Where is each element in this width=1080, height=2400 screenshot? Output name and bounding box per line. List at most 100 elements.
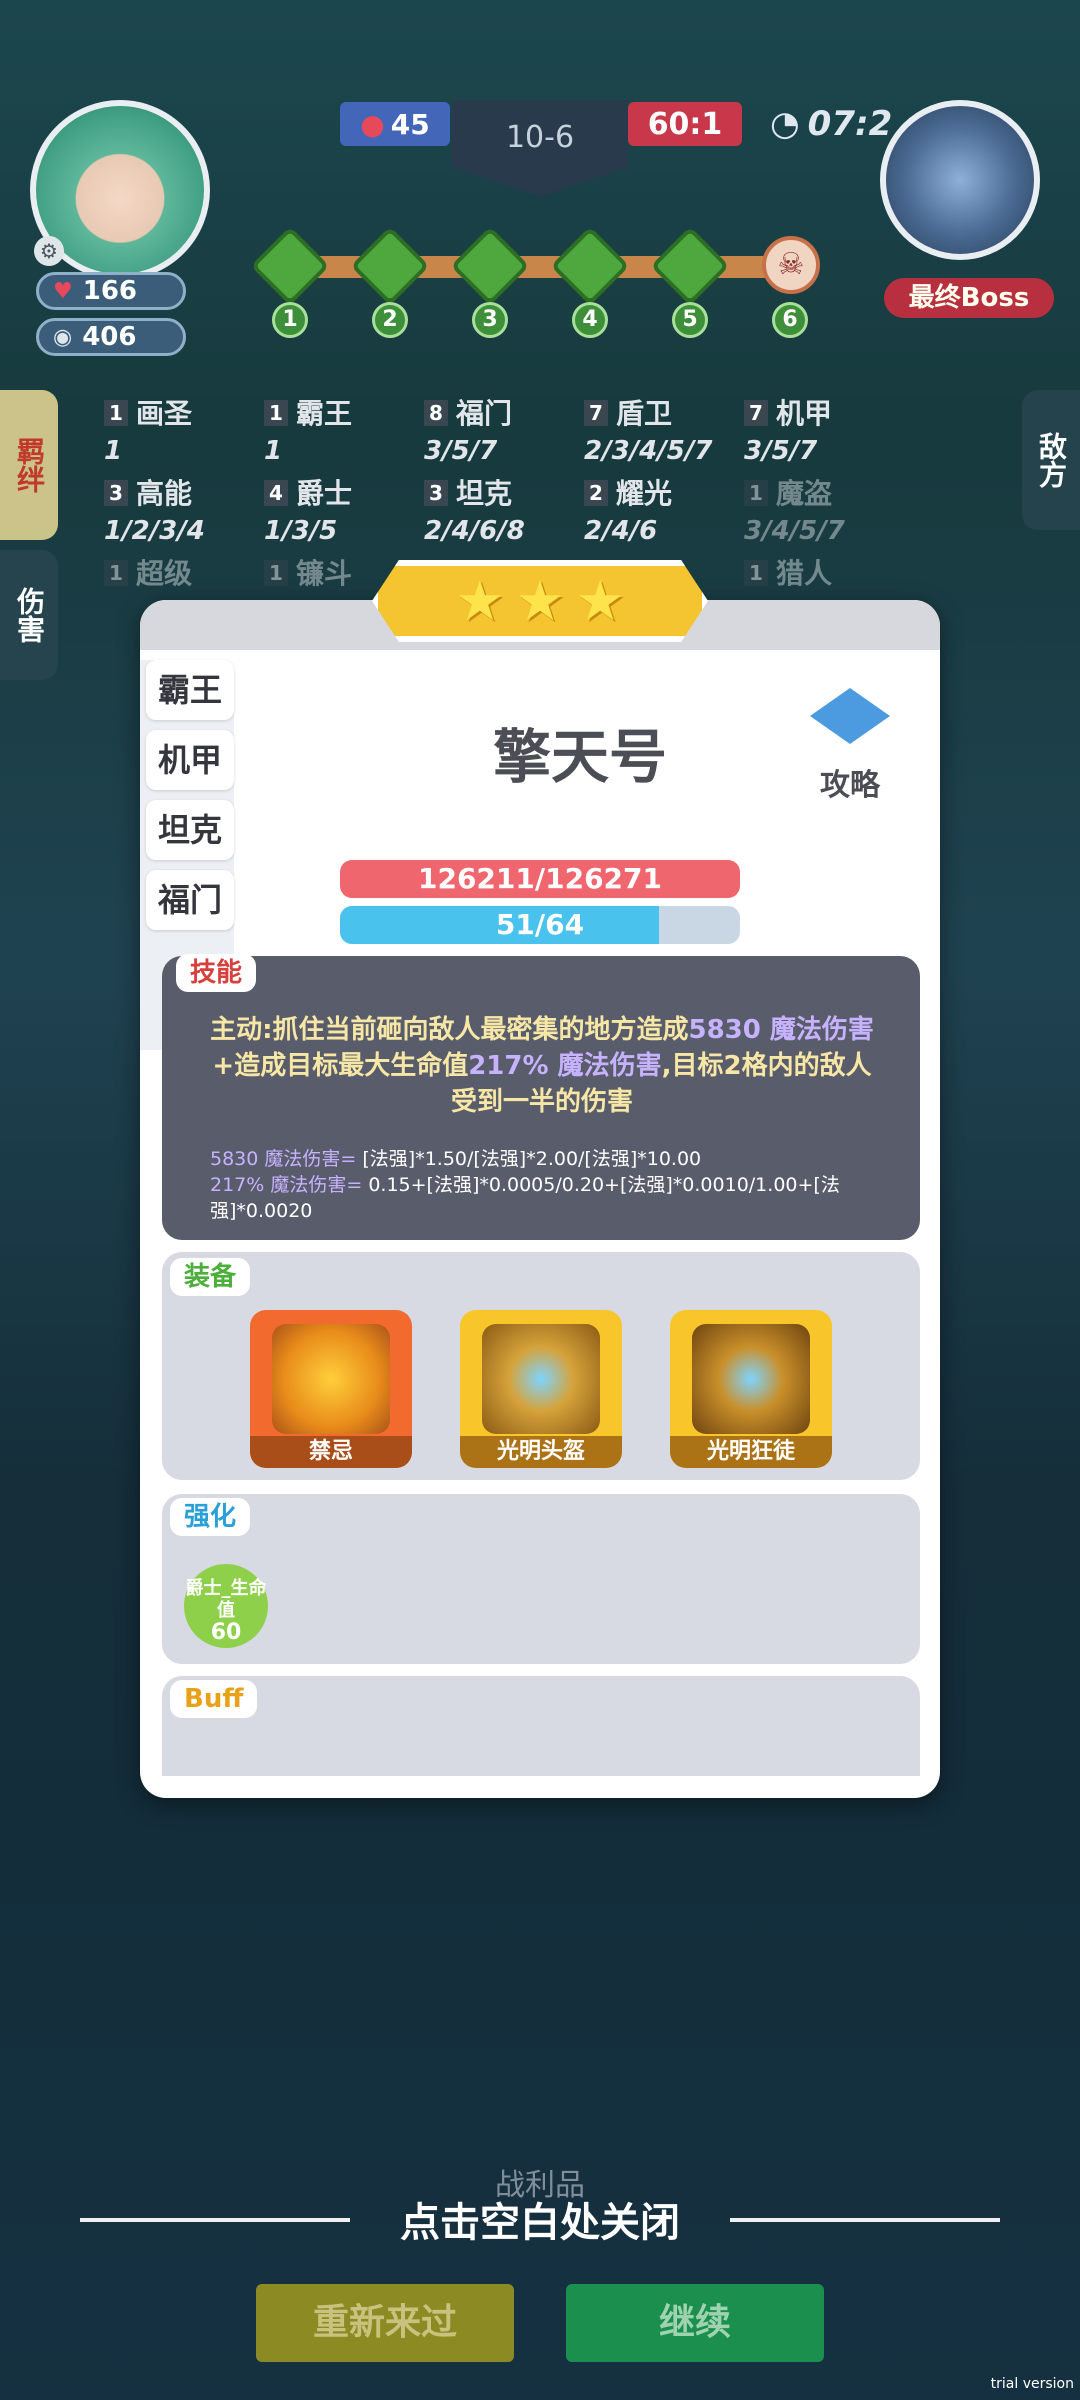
- continue-button[interactable]: 继续: [566, 2284, 824, 2362]
- synergy-item[interactable]: 7 盾卫 2/3/4/5/7: [584, 396, 712, 469]
- enhance-tag: 强化: [170, 1498, 251, 1536]
- equipment-name: 禁忌: [250, 1436, 412, 1468]
- unit-tab[interactable]: 机甲: [146, 730, 234, 790]
- synergy-item[interactable]: 1 超级: [104, 556, 192, 592]
- enhance-badge[interactable]: 爵士_生命值 60: [184, 1564, 268, 1648]
- blue-score: ● 45: [340, 102, 450, 146]
- synergy-name: 高能: [136, 477, 193, 510]
- unit-detail-modal: 霸王 机甲 坦克 福门 擎天号 攻略 126211/126271 51/64 技…: [140, 600, 940, 1798]
- synergy-name: 魔盗: [776, 477, 833, 510]
- stage-num: 5: [672, 302, 708, 338]
- forbidden-gem-icon: [272, 1324, 390, 1434]
- skill-value-1: 5830 魔法伤害: [688, 1015, 874, 1045]
- stage-num: 6: [772, 302, 808, 338]
- unit-tab[interactable]: 坦克: [146, 800, 234, 860]
- synergy-name: 福门: [456, 397, 513, 430]
- synergy-item[interactable]: 4 爵士 1/3/5: [264, 476, 352, 549]
- hp-pill: ♥ 166: [36, 272, 186, 310]
- synergy-levels: 1: [264, 436, 283, 466]
- hp-bar: 126211/126271: [340, 860, 740, 898]
- synergy-name: 镰斗: [296, 557, 353, 590]
- helmet-icon: [482, 1324, 600, 1434]
- stage-num: 4: [572, 302, 608, 338]
- tab-damage[interactable]: 伤害: [0, 550, 58, 680]
- tab-synergy[interactable]: 羁绊: [0, 390, 58, 540]
- synergy-levels: 1/3/5: [264, 516, 338, 546]
- synergy-name: 坦克: [456, 477, 513, 510]
- round-value: 10-6: [505, 120, 575, 155]
- equipment-slot[interactable]: 光明头盔: [460, 1310, 622, 1468]
- skill-card: 技能 主动:抓住当前砸向敌人最密集的地方造成5830 魔法伤害 +造成目标最大生命…: [162, 954, 920, 1240]
- synergy-item[interactable]: 1 画圣 1: [104, 396, 192, 469]
- synergy-count: 1: [104, 400, 128, 426]
- equipment-tag: 装备: [170, 1258, 251, 1296]
- unit-tab[interactable]: 霸王: [146, 660, 234, 720]
- synergy-name: 耀光: [616, 477, 673, 510]
- synergy-item[interactable]: 7 机甲 3/5/7: [744, 396, 832, 469]
- synergy-name: 爵士: [296, 477, 353, 510]
- watermark: trial version: [990, 2376, 1074, 2392]
- synergy-count: 7: [584, 400, 608, 426]
- blue-score-value: 45: [390, 107, 430, 141]
- stage-num: 1: [272, 302, 308, 338]
- synergy-count: 3: [104, 480, 128, 506]
- enhance-card: 强化 爵士_生命值 60: [162, 1494, 920, 1664]
- equipment-card: 装备 禁忌 光明头盔 光明狂徒: [162, 1252, 920, 1480]
- skill-text: 主动:抓住当前砸向敌人最密集的地方造成: [210, 1015, 689, 1045]
- clock-icon: ◔: [770, 104, 800, 144]
- synergy-item[interactable]: 1 猎人: [744, 556, 832, 592]
- close-hint[interactable]: 点击空白处关闭: [0, 2190, 1080, 2248]
- equipment-slot[interactable]: 禁忌: [250, 1310, 412, 1468]
- boss-avatar[interactable]: [880, 100, 1040, 260]
- buff-tag: Buff: [170, 1680, 258, 1718]
- equipment-name: 光明头盔: [460, 1436, 622, 1468]
- hp-value: 166: [82, 276, 138, 306]
- settings-gear-icon[interactable]: ⚙: [34, 236, 64, 266]
- formula-text: [法强]*1.50/[法强]*2.00/[法强]*10.00: [356, 1148, 702, 1170]
- graduation-cap-icon: [810, 688, 890, 744]
- synergy-name: 机甲: [776, 397, 833, 430]
- synergy-item[interactable]: 8 福门 3/5/7: [424, 396, 512, 469]
- synergy-name: 画圣: [136, 397, 193, 430]
- synergy-item[interactable]: 1 霸王 1: [264, 396, 352, 469]
- formula-label: 217% 魔法伤害=: [210, 1174, 363, 1196]
- stage-num: 3: [472, 302, 508, 338]
- synergy-levels: 3/4/5/7: [744, 516, 845, 546]
- synergy-item[interactable]: 2 耀光 2/4/6: [584, 476, 672, 549]
- synergy-count: 1: [744, 560, 768, 586]
- synergy-item[interactable]: 3 坦克 2/4/6/8: [424, 476, 525, 549]
- synergy-levels: 2/3/4/5/7: [584, 436, 713, 466]
- synergy-count: 7: [744, 400, 768, 426]
- synergy-item[interactable]: 3 高能 1/2/3/4: [104, 476, 205, 549]
- red-score: 60:1: [628, 102, 742, 146]
- coin-icon: ◉: [53, 324, 73, 350]
- equipment-slot[interactable]: 光明狂徒: [670, 1310, 832, 1468]
- synergy-levels: 2/4/6: [584, 516, 658, 546]
- guide-button[interactable]: 攻略: [800, 688, 900, 804]
- synergy-count: 4: [264, 480, 288, 506]
- synergy-count: 1: [264, 560, 288, 586]
- skill-description: 主动:抓住当前砸向敌人最密集的地方造成5830 魔法伤害 +造成目标最大生命值21…: [202, 1012, 882, 1120]
- synergy-item[interactable]: 1 镰斗: [264, 556, 352, 592]
- unit-tab[interactable]: 福门: [146, 870, 234, 930]
- enhance-label: 爵士_生命值: [185, 1578, 267, 1621]
- skill-value-2: 217% 魔法伤害: [468, 1051, 662, 1081]
- star-icon: ★: [575, 568, 626, 634]
- skill-tag: 技能: [176, 954, 257, 992]
- coin-pill: ◉ 406: [36, 318, 186, 356]
- stage-num: 2: [372, 302, 408, 338]
- boss-stage-skull-icon: ☠: [762, 236, 820, 294]
- synergy-levels: 3/5/7: [424, 436, 498, 466]
- unit-name: 擎天号: [492, 723, 667, 791]
- heart-icon: ♥: [53, 278, 73, 304]
- synergy-name: 超级: [136, 557, 193, 590]
- synergy-levels: 1/2/3/4: [104, 516, 205, 546]
- red-score-value: 60:1: [647, 106, 723, 142]
- synergy-item[interactable]: 1 魔盗 3/4/5/7: [744, 476, 845, 549]
- timer-value: 07:2: [807, 104, 893, 144]
- tab-enemy[interactable]: 敌方: [1022, 390, 1080, 530]
- synergy-levels: 1: [104, 436, 123, 466]
- enhance-value: 60: [210, 1620, 242, 1645]
- retry-button[interactable]: 重新来过: [256, 2284, 514, 2362]
- star-rank-banner: ★ ★ ★: [372, 560, 708, 642]
